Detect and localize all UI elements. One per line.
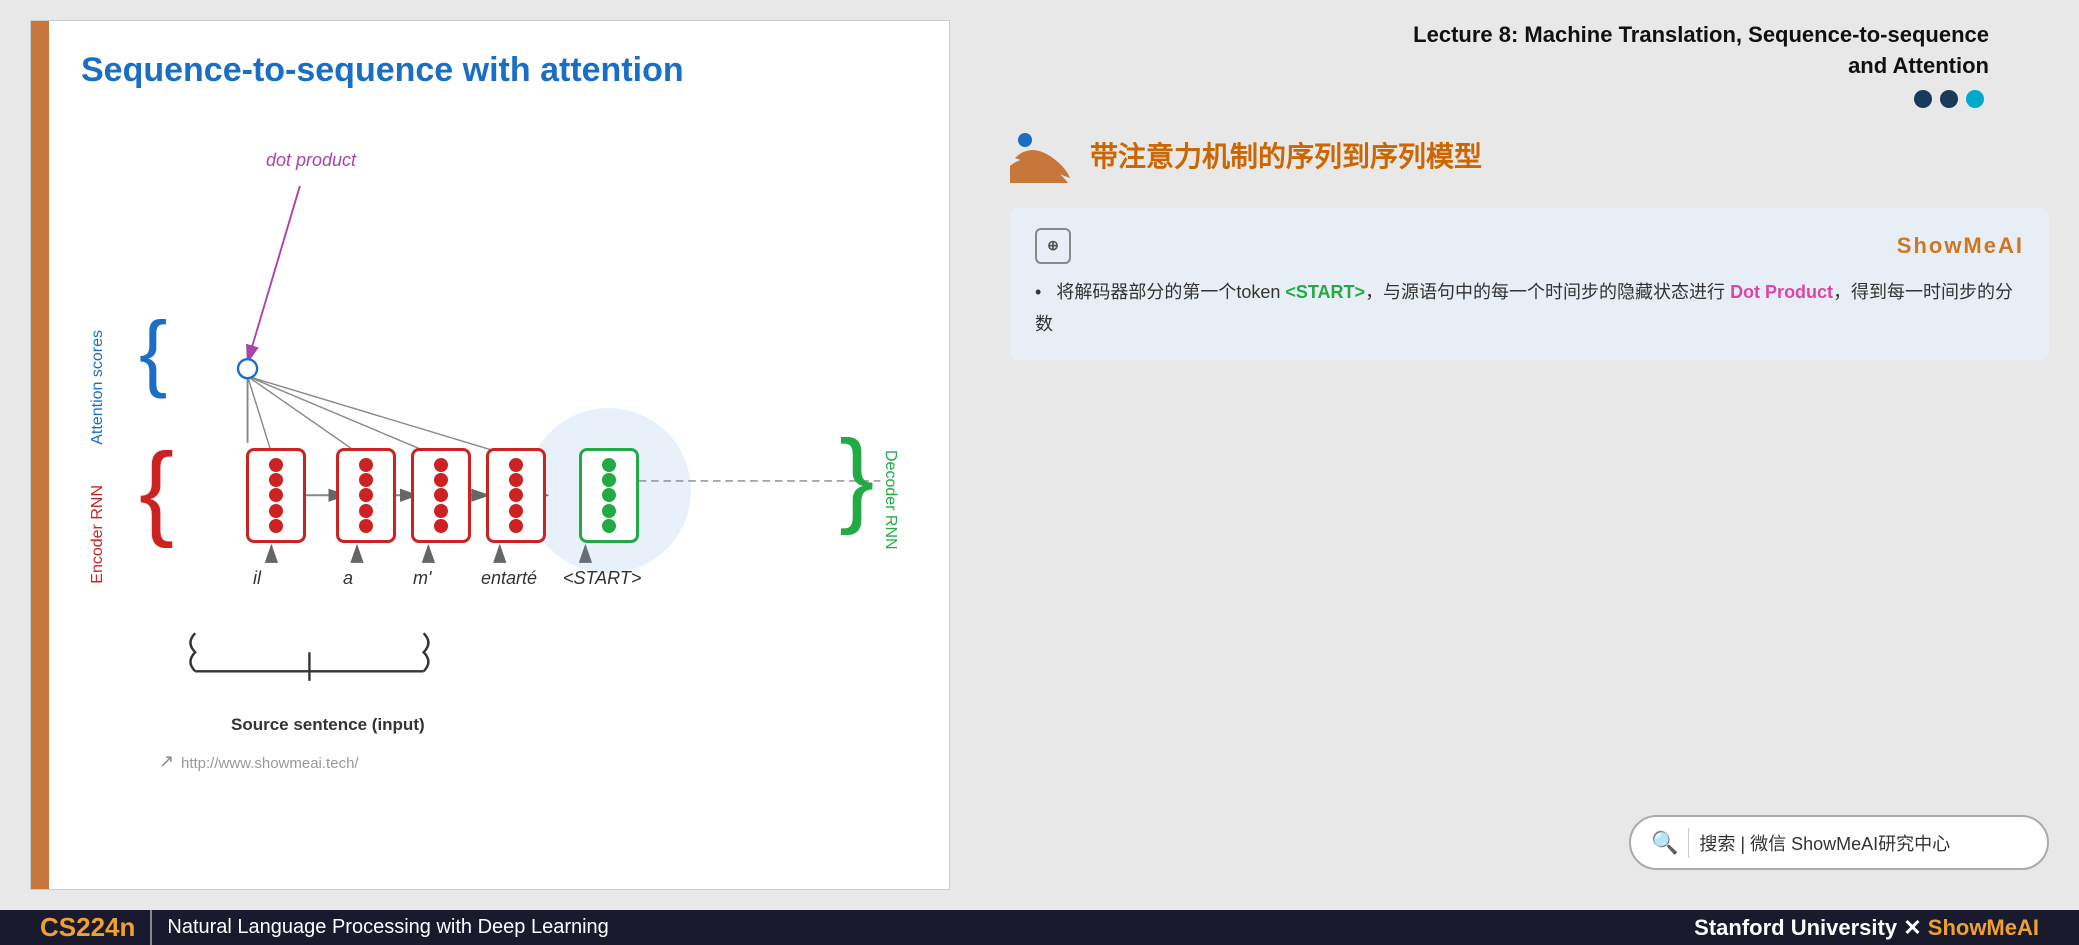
diagram-area: dot product Attention scores { Encoder R…	[81, 110, 909, 890]
source-icon: ↗	[159, 751, 174, 772]
footer-right: Stanford University ✕ ShowMeAI	[1694, 915, 2039, 941]
slide-panel: Sequence-to-sequence with attention	[30, 20, 950, 890]
wave-icon	[1010, 128, 1075, 183]
dot-2	[1940, 90, 1958, 108]
word-entarte: entarté	[481, 568, 537, 589]
annotation-header: ⊕ ShowMeAI	[1035, 228, 2024, 264]
attention-brace: {	[139, 310, 167, 395]
annotation-part2: ，与源语句中的每一个时间步的隐藏状态进行	[1365, 282, 1730, 302]
search-icon: 🔍	[1651, 830, 1678, 856]
slide-title: Sequence-to-sequence with attention	[81, 51, 909, 90]
dot-product-label: dot product	[266, 150, 356, 171]
rnn-node-4	[486, 448, 546, 543]
source-url: http://www.showmeai.tech/	[181, 755, 359, 772]
annotation-part1: 将解码器部分的第一个token	[1056, 282, 1285, 302]
rnn-node-3	[411, 448, 471, 543]
showmeai-brand: ShowMeAI	[1897, 233, 2024, 259]
main-container: Sequence-to-sequence with attention	[0, 0, 2079, 945]
chinese-title-section: 带注意力机制的序列到序列模型	[1010, 128, 2049, 183]
dot-product-term: Dot Product	[1730, 282, 1833, 302]
start-token: <START>	[1285, 282, 1365, 302]
encoder-brace: {	[139, 438, 174, 543]
rnn-node-start	[579, 448, 639, 543]
footer-left: CS224n Natural Language Processing with …	[40, 910, 609, 945]
ai-icon: ⊕	[1035, 228, 1071, 264]
footer-showmeai: ShowMeAI	[1928, 915, 2039, 940]
encoder-rnn-label: Encoder RNN	[89, 485, 107, 584]
rnn-node-1	[246, 448, 306, 543]
dot-3	[1966, 90, 1984, 108]
search-divider	[1688, 828, 1689, 858]
search-container: 🔍 搜索 | 微信 ShowMeAI研究中心	[1010, 815, 2049, 890]
right-panel-inner: Lecture 8: Machine Translation, Sequence…	[1010, 20, 2049, 360]
annotation-box: ⊕ ShowMeAI • 将解码器部分的第一个token <START>，与源语…	[1010, 208, 2049, 361]
footer: CS224n Natural Language Processing with …	[0, 910, 2079, 945]
word-il: il	[253, 568, 261, 589]
word-m: m'	[413, 568, 431, 589]
footer-separator	[150, 910, 152, 945]
content-area: Sequence-to-sequence with attention	[0, 0, 2079, 910]
footer-x: ✕	[1903, 915, 1928, 940]
footer-description: Natural Language Processing with Deep Le…	[167, 916, 608, 939]
lecture-dots	[1010, 90, 1989, 108]
lecture-header: Lecture 8: Machine Translation, Sequence…	[1010, 20, 2049, 108]
dot-1	[1914, 90, 1932, 108]
lecture-title: Lecture 8: Machine Translation, Sequence…	[1010, 20, 1989, 82]
source-sentence-label: Source sentence (input)	[231, 715, 425, 735]
footer-course-code: CS224n	[40, 912, 135, 943]
slide-content: Sequence-to-sequence with attention	[31, 21, 949, 889]
footer-stanford: Stanford University	[1694, 915, 1897, 940]
search-box[interactable]: 🔍 搜索 | 微信 ShowMeAI研究中心	[1629, 815, 2049, 870]
right-panel: Lecture 8: Machine Translation, Sequence…	[980, 0, 2079, 910]
chinese-title: 带注意力机制的序列到序列模型	[1090, 135, 1482, 175]
lecture-title-sub: and Attention	[1768, 53, 1989, 78]
word-start: <START>	[563, 568, 641, 589]
ai-icon-text: ⊕	[1047, 237, 1059, 254]
bullet-symbol: •	[1035, 282, 1041, 302]
annotation-text: • 将解码器部分的第一个token <START>，与源语句中的每一个时间步的隐…	[1035, 276, 2024, 341]
decoder-rnn-label: Decoder RNN	[881, 450, 899, 550]
attention-scores-label: Attention scores	[89, 330, 107, 445]
rnn-node-2	[336, 448, 396, 543]
lecture-title-text: Lecture 8: Machine Translation, Sequence…	[1413, 22, 1989, 47]
search-text: 搜索 | 微信 ShowMeAI研究中心	[1699, 830, 1950, 856]
decoder-brace: {	[839, 425, 874, 530]
word-a: a	[343, 568, 353, 589]
